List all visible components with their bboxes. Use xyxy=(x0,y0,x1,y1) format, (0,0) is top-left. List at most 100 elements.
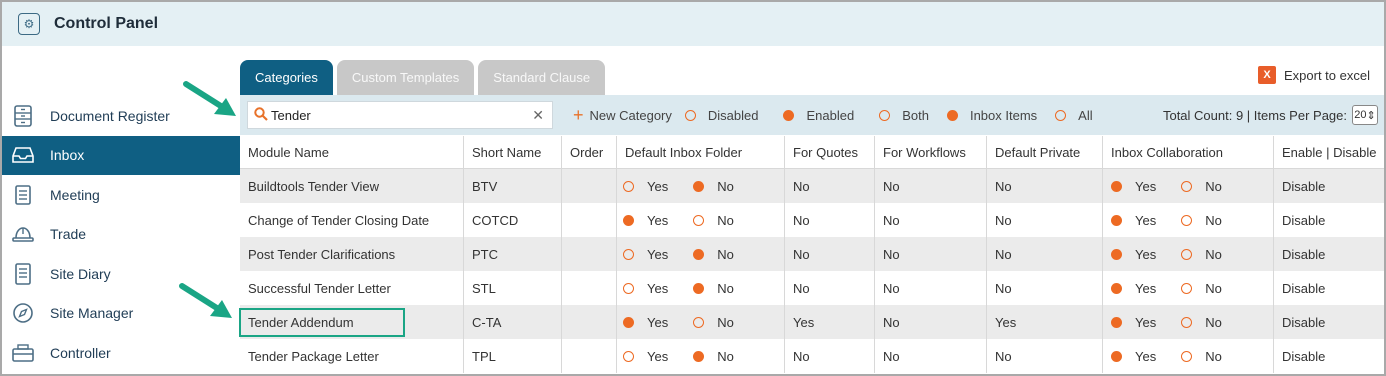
filter-all[interactable]: All xyxy=(1055,107,1093,123)
sidebar-item-trade[interactable]: Trade xyxy=(2,215,240,255)
total-count: Total Count: 9 | Items Per Page: 20 ⇕ xyxy=(1163,105,1384,125)
radio-label: No xyxy=(717,280,734,296)
disable-link[interactable]: Disable xyxy=(1274,169,1384,203)
filter-label: All xyxy=(1078,107,1093,123)
for-quotes-cell: Yes xyxy=(785,305,875,339)
radio-no[interactable]: No xyxy=(693,349,734,364)
module-name-cell[interactable]: Change of Tender Closing Date xyxy=(240,203,464,237)
radio-no[interactable]: No xyxy=(1181,349,1222,364)
new-category-button[interactable]: + New Category xyxy=(573,106,672,124)
radio-yes[interactable]: Yes xyxy=(1111,247,1156,262)
column-header[interactable]: Enable | Disable xyxy=(1274,136,1384,168)
radio-unselected-icon xyxy=(879,109,891,121)
radio-no[interactable]: No xyxy=(1181,247,1222,262)
radio-unselected-icon xyxy=(1055,109,1067,121)
column-header[interactable]: Short Name xyxy=(464,136,562,168)
disable-link[interactable]: Disable xyxy=(1274,339,1384,373)
sidebar-item-controller[interactable]: Controller xyxy=(2,333,240,373)
radio-yes[interactable]: Yes xyxy=(623,213,668,228)
radio-selected-icon xyxy=(693,248,705,260)
tab-categories[interactable]: Categories xyxy=(240,60,333,95)
radio-label: Yes xyxy=(647,348,669,364)
radio-label: No xyxy=(1205,280,1222,296)
filter-both[interactable]: Both xyxy=(879,108,929,123)
filter-inbox-items[interactable]: Inbox Items xyxy=(946,107,1038,123)
column-header[interactable]: For Workflows xyxy=(875,136,987,168)
clear-search-icon[interactable]: ✕ xyxy=(532,107,544,124)
search-input[interactable] xyxy=(271,107,533,123)
radio-label: Yes xyxy=(1135,280,1157,296)
radio-no[interactable]: No xyxy=(1181,213,1222,228)
default-inbox-folder-cell: Yes No xyxy=(617,339,785,373)
radio-yes[interactable]: Yes xyxy=(623,281,668,296)
disable-link[interactable]: Disable xyxy=(1274,203,1384,237)
short-name-cell: PTC xyxy=(464,237,562,271)
column-header[interactable]: Inbox Collaboration xyxy=(1103,136,1274,168)
radio-no[interactable]: No xyxy=(1181,281,1222,296)
page-title: Control Panel xyxy=(54,15,159,32)
column-header[interactable]: Default Inbox Folder xyxy=(617,136,785,168)
disable-link[interactable]: Disable xyxy=(1274,305,1384,339)
radio-label: No xyxy=(1205,314,1222,330)
module-name-cell[interactable]: Successful Tender Letter xyxy=(240,271,464,305)
table-header: Module Name Short Name Order Default Inb… xyxy=(240,136,1384,169)
tab-custom-templates[interactable]: Custom Templates xyxy=(336,60,475,95)
items-per-page-input[interactable]: 20 ⇕ xyxy=(1352,105,1378,125)
filter-enabled[interactable]: Enabled xyxy=(783,108,854,123)
module-name-cell[interactable]: Buildtools Tender View xyxy=(240,169,464,203)
meeting-icon xyxy=(11,183,35,207)
sidebar-item-meeting[interactable]: Meeting xyxy=(2,175,240,215)
column-header[interactable]: Default Private xyxy=(987,136,1103,168)
for-quotes-cell: No xyxy=(785,237,875,271)
module-name-cell[interactable]: Post Tender Clarifications xyxy=(240,237,464,271)
sidebar-item-inbox[interactable]: Inbox xyxy=(2,135,240,175)
short-name-cell: C-TA xyxy=(464,305,562,339)
column-header[interactable]: For Quotes xyxy=(785,136,875,168)
radio-no[interactable]: No xyxy=(693,281,734,296)
radio-yes[interactable]: Yes xyxy=(623,179,668,194)
tab-bar: Categories Custom Templates Standard Cla… xyxy=(240,60,609,95)
radio-unselected-icon xyxy=(623,282,634,294)
radio-yes[interactable]: Yes xyxy=(1111,213,1156,228)
radio-yes[interactable]: Yes xyxy=(623,247,668,262)
app-header: ⚙ Control Panel xyxy=(2,2,1384,46)
radio-no[interactable]: No xyxy=(693,213,734,228)
radio-yes[interactable]: Yes xyxy=(1111,349,1156,364)
radio-yes[interactable]: Yes xyxy=(1111,281,1156,296)
radio-no[interactable]: No xyxy=(1181,179,1222,194)
disable-link[interactable]: Disable xyxy=(1274,237,1384,271)
export-to-excel-button[interactable]: X Export to excel xyxy=(1258,66,1370,84)
order-cell xyxy=(562,169,617,203)
disable-link[interactable]: Disable xyxy=(1274,271,1384,305)
radio-label: No xyxy=(1205,212,1222,228)
radio-no[interactable]: No xyxy=(693,247,734,262)
radio-unselected-icon xyxy=(1181,180,1193,192)
radio-yes[interactable]: Yes xyxy=(623,349,668,364)
for-workflows-cell: No xyxy=(875,305,987,339)
radio-yes[interactable]: Yes xyxy=(623,315,668,330)
radio-no[interactable]: No xyxy=(693,315,734,330)
radio-label: Yes xyxy=(647,246,669,262)
tab-standard-clause[interactable]: Standard Clause xyxy=(478,60,606,95)
radio-selected-icon xyxy=(1111,214,1122,226)
module-name-cell[interactable]: Tender Package Letter xyxy=(240,339,464,373)
filter-disabled[interactable]: Disabled xyxy=(684,108,758,123)
controller-icon xyxy=(11,341,35,365)
filter-label: Both xyxy=(902,107,929,123)
radio-label: No xyxy=(717,348,734,364)
radio-label: Yes xyxy=(1135,212,1157,228)
column-header[interactable]: Module Name xyxy=(240,136,464,168)
radio-selected-icon xyxy=(783,109,795,121)
radio-no[interactable]: No xyxy=(1181,315,1222,330)
default-inbox-folder-cell: Yes No xyxy=(617,237,785,271)
order-cell xyxy=(562,271,617,305)
radio-no[interactable]: No xyxy=(693,179,734,194)
inbox-collaboration-cell: Yes No xyxy=(1103,237,1274,271)
radio-label: No xyxy=(1205,348,1222,364)
radio-yes[interactable]: Yes xyxy=(1111,179,1156,194)
column-header[interactable]: Order xyxy=(562,136,617,168)
filter-label: Inbox Items xyxy=(969,107,1038,123)
radio-yes[interactable]: Yes xyxy=(1111,315,1156,330)
default-private-cell: No xyxy=(987,237,1103,271)
for-quotes-cell: No xyxy=(785,169,875,203)
